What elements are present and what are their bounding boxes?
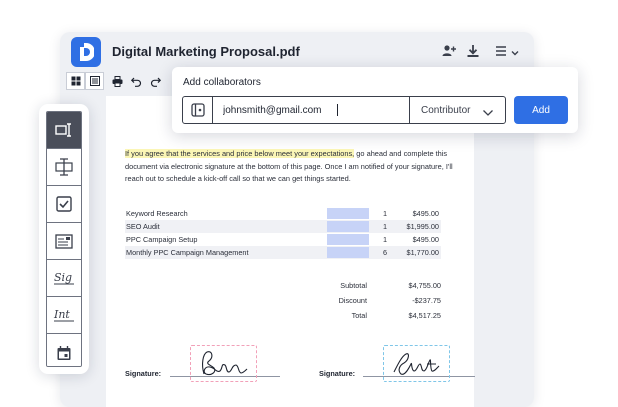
highlighted-text: If you agree that the services and price… [125, 149, 355, 158]
email-input[interactable] [214, 97, 409, 123]
grid-view-icon[interactable] [66, 72, 85, 90]
item-name: PPC Campaign Setup [126, 235, 198, 244]
totals-table: Subtotal $4,755.00 Discount -$237.75 Total $4… [316, 279, 442, 324]
signature-field-1[interactable] [190, 345, 257, 382]
item-qty: 1 [382, 235, 387, 244]
toolbar [66, 72, 165, 92]
initials-icon[interactable]: Int [47, 297, 81, 334]
text-field-icon[interactable] [47, 149, 81, 186]
totals-value: $4,517.25 [408, 311, 441, 320]
item-price: $495.00 [412, 209, 439, 218]
checkbox-icon[interactable] [47, 186, 81, 223]
item-price: $495.00 [412, 235, 439, 244]
date-icon[interactable] [47, 334, 81, 366]
signature-field-2[interactable] [383, 345, 450, 382]
svg-text:Sig: Sig [54, 271, 72, 284]
item-qty: 6 [382, 248, 387, 257]
document-page: If you agree that the services and price… [106, 96, 475, 407]
quantity-input-field[interactable] [327, 234, 369, 245]
text-caret [337, 104, 338, 116]
totals-row: Subtotal $4,755.00 [316, 279, 442, 294]
item-qty: 1 [382, 209, 387, 218]
palette-items: Sig Int [46, 111, 82, 367]
dropdown-field-icon[interactable] [47, 223, 81, 260]
signature-icon[interactable]: Sig [47, 260, 81, 297]
popup-title: Add collaborators [183, 77, 261, 88]
totals-label: Total [351, 311, 367, 320]
svg-text:Int: Int [53, 308, 70, 321]
select-field-icon[interactable] [47, 112, 81, 149]
totals-label: Discount [338, 296, 367, 305]
totals-value: $4,755.00 [408, 281, 441, 290]
app-stage: Digital Marketing Proposal.pdf If you ag… [0, 0, 618, 407]
redo-icon[interactable] [146, 72, 165, 90]
document-title: Digital Marketing Proposal.pdf [112, 44, 300, 59]
print-icon[interactable] [108, 72, 127, 90]
quantity-input-field[interactable] [327, 208, 369, 219]
signature-drawing-2 [393, 353, 440, 375]
line-items-table: Keyword Research 1 $495.00 SEO Audit 1 $1,995… [125, 207, 441, 259]
field-tools-palette: Sig Int [39, 104, 89, 374]
add-collaborators-popup: Add collaborators Contributor Add [172, 67, 578, 133]
intro-paragraph: If you agree that the services and price… [125, 148, 455, 186]
line-item-row: Monthly PPC Campaign Management 6 $1,770.0… [125, 246, 441, 259]
line-item-row: Keyword Research 1 $495.00 [125, 207, 441, 220]
item-price: $1,995.00 [406, 222, 439, 231]
item-name: SEO Audit [126, 222, 160, 231]
item-name: Keyword Research [126, 209, 188, 218]
totals-value: -$237.75 [412, 296, 441, 305]
list-view-icon[interactable] [85, 72, 104, 90]
contact-book-icon[interactable] [183, 97, 213, 123]
app-logo-icon[interactable] [71, 37, 101, 67]
signature-label-2: Signature: [319, 369, 356, 378]
undo-icon[interactable] [127, 72, 146, 90]
download-icon[interactable] [465, 43, 481, 59]
item-qty: 1 [382, 222, 387, 231]
add-button[interactable]: Add [514, 96, 568, 124]
quantity-input-field[interactable] [327, 221, 369, 232]
collaborator-input-group: Contributor [182, 96, 506, 124]
totals-row: Discount -$237.75 [316, 294, 442, 309]
line-item-row: SEO Audit 1 $1,995.00 [125, 220, 441, 233]
line-item-row: PPC Campaign Setup 1 $495.00 [125, 233, 441, 246]
totals-row: Total $4,517.25 [316, 309, 442, 324]
role-value: Contributor [421, 105, 471, 116]
item-name: Monthly PPC Campaign Management [126, 248, 249, 257]
role-dropdown[interactable]: Contributor [409, 97, 506, 123]
chevron-down-icon [482, 105, 494, 123]
add-user-icon[interactable] [441, 43, 457, 59]
chevron-down-icon[interactable] [510, 45, 520, 56]
title-bar: Digital Marketing Proposal.pdf [60, 32, 534, 70]
signature-drawing-1 [202, 351, 248, 376]
totals-label: Subtotal [340, 281, 367, 290]
menu-icon[interactable] [495, 43, 511, 59]
item-price: $1,770.00 [406, 248, 439, 257]
signature-label-1: Signature: [125, 369, 162, 378]
quantity-input-field[interactable] [327, 247, 369, 258]
